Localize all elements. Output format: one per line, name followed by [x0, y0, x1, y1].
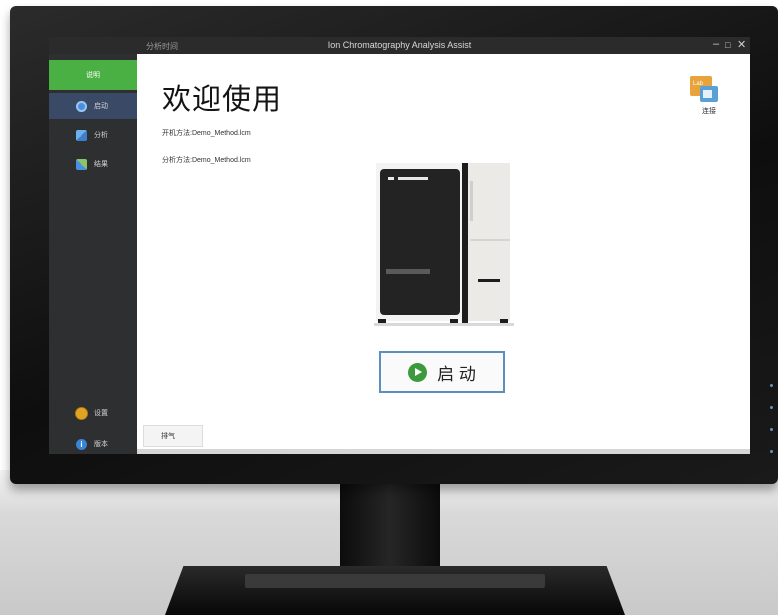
play-icon: [408, 362, 428, 382]
info-icon: i: [76, 438, 87, 450]
analysis-method-text: 分析方法:Demo_Method.lcm: [162, 157, 251, 164]
status-bar: [137, 449, 750, 454]
sidebar-item-label: 启动: [94, 103, 108, 110]
welcome-heading: 欢迎使用: [162, 84, 283, 116]
sidebar-item-label: 设置: [94, 410, 108, 417]
monitor-stand-plate: [245, 574, 545, 588]
close-icon[interactable]: ✕: [737, 38, 746, 51]
app-window: 分析时间 Ion Chromatography Analysis Assist …: [49, 37, 750, 454]
sidebar-item-label: 结果: [94, 161, 108, 168]
title-bar: 分析时间 Ion Chromatography Analysis Assist …: [49, 37, 750, 54]
sidebar-item-settings[interactable]: 设置: [49, 400, 137, 426]
start-button[interactable]: 启 动: [379, 351, 505, 393]
sidebar: 说明 启动 分析 结果 设置 i 版本: [49, 54, 137, 454]
sidebar-item-analysis[interactable]: 分析: [49, 122, 137, 148]
exhaust-button[interactable]: 排气: [143, 425, 203, 447]
analysis-icon: [76, 129, 87, 141]
window-title: Ion Chromatography Analysis Assist: [327, 40, 472, 50]
start-button-label: 启 动: [437, 364, 476, 384]
startup-method-text: 开机方法:Demo_Method.lcm: [162, 130, 251, 137]
exhaust-button-label: 排气: [161, 433, 175, 440]
minimize-icon[interactable]: –: [713, 38, 719, 50]
lab-badge-text: Lab: [693, 81, 704, 87]
maximize-icon[interactable]: □: [725, 40, 730, 50]
bezel-button-dot: [770, 450, 773, 453]
connect-label: 连接: [702, 108, 716, 115]
sidebar-item-version[interactable]: i 版本: [49, 431, 137, 454]
status-label: 说明: [86, 72, 100, 79]
instrument-image: [374, 163, 514, 326]
main-panel: 欢迎使用 开机方法:Demo_Method.lcm 分析方法:Demo_Meth…: [137, 54, 750, 454]
bezel-button-dot: [770, 406, 773, 409]
sidebar-item-label: 分析: [94, 132, 108, 139]
sidebar-item-label: 版本: [94, 441, 108, 448]
gear-icon: [76, 407, 87, 419]
sidebar-item-start[interactable]: 启动: [49, 93, 137, 119]
bezel-button-dot: [770, 428, 773, 431]
status-indicator: 说明: [49, 60, 137, 90]
bezel-button-dot: [770, 384, 773, 387]
power-icon: [76, 100, 87, 112]
sidebar-item-results[interactable]: 结果: [49, 151, 137, 177]
results-icon: [76, 158, 87, 170]
